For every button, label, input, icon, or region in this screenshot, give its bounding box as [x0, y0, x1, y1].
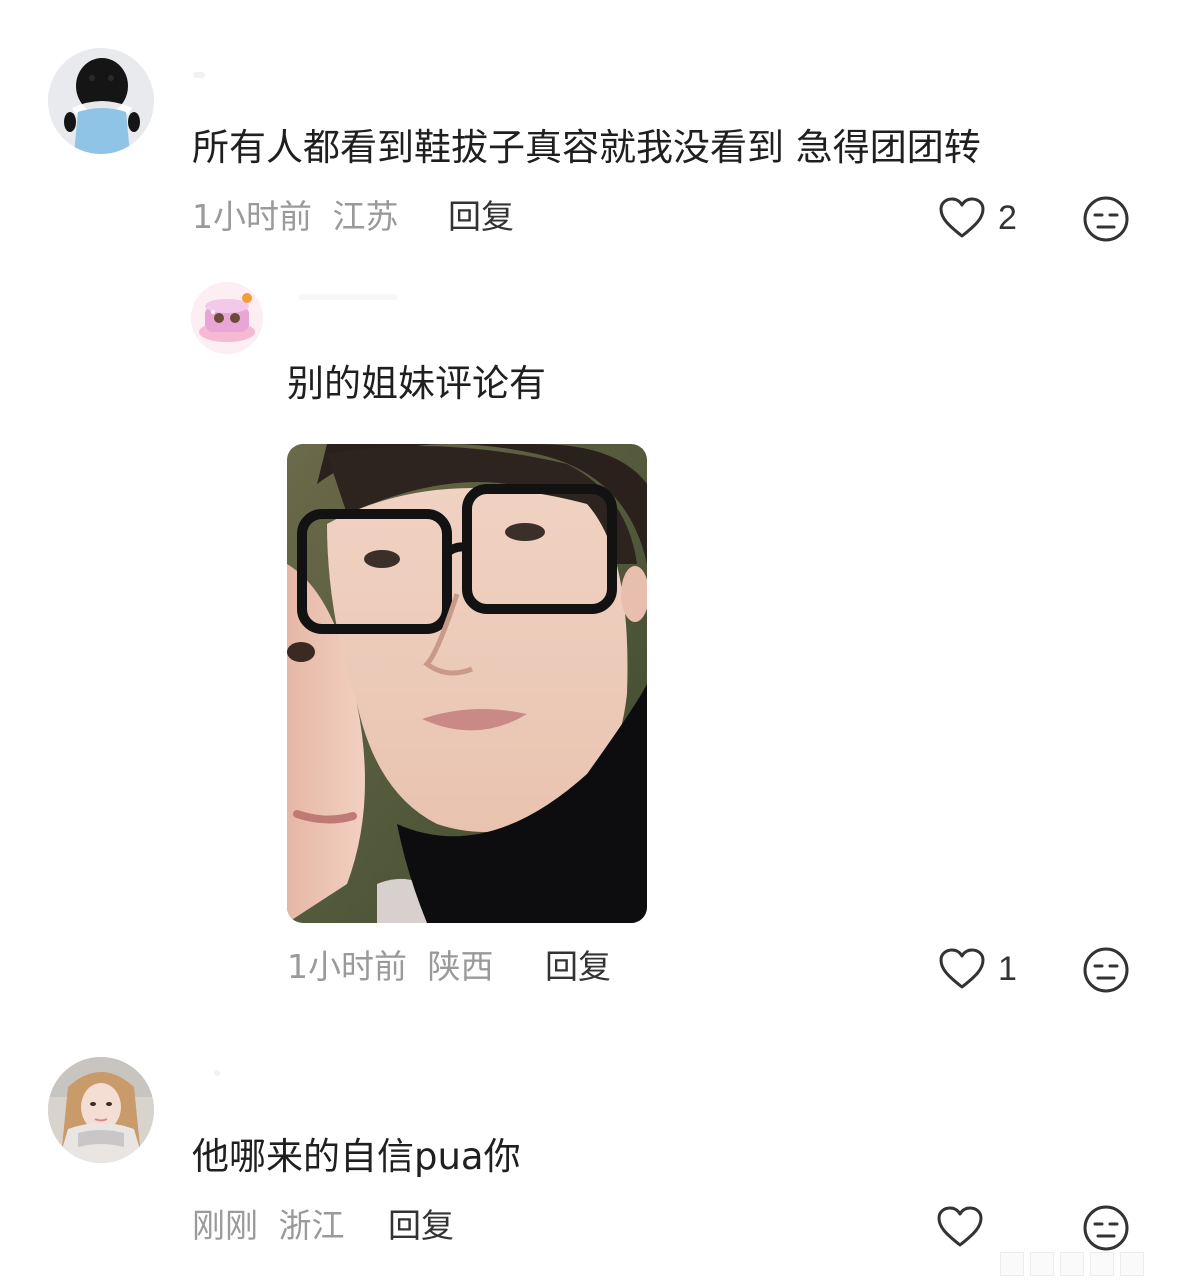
heart-icon — [939, 948, 985, 989]
like-count: 1 — [998, 949, 1017, 988]
user-avatar[interactable] — [48, 1057, 154, 1163]
watermark-block — [1030, 1252, 1054, 1276]
comment-meta: 1小时前 陕西 — [287, 947, 494, 987]
comment-text: 别的姐妹评论有 — [287, 362, 546, 405]
comment-time: 1小时前 — [192, 197, 312, 236]
reply-button[interactable]: 回复 — [545, 947, 611, 987]
comment-text: 他哪来的自信pua你 — [192, 1135, 521, 1178]
dislike-emoji-icon[interactable] — [1082, 195, 1130, 243]
comment-time: 1小时前 — [287, 947, 407, 986]
comment-time: 刚刚 — [192, 1206, 258, 1245]
dislike-emoji-icon[interactable] — [1082, 946, 1130, 994]
plush-doll-avatar-icon — [48, 48, 154, 154]
comment-image[interactable] — [287, 444, 647, 923]
username[interactable] — [214, 1070, 220, 1076]
cake-sticker-avatar-icon — [191, 282, 263, 354]
comment-meta: 1小时前 江苏 — [192, 197, 399, 237]
reply-button[interactable]: 回复 — [388, 1206, 454, 1246]
watermark-block — [1060, 1252, 1084, 1276]
user-avatar[interactable] — [191, 282, 263, 354]
comment-location: 陕西 — [427, 947, 494, 986]
like-count: 2 — [998, 198, 1017, 237]
user-avatar[interactable] — [48, 48, 154, 154]
username[interactable] — [193, 72, 205, 78]
watermark — [1000, 1249, 1170, 1279]
heart-icon — [939, 197, 985, 238]
username[interactable] — [298, 294, 398, 300]
heart-icon — [937, 1206, 983, 1247]
watermark-block — [1000, 1252, 1024, 1276]
dislike-emoji-icon[interactable] — [1082, 1204, 1130, 1252]
comment-text: 所有人都看到鞋拔子真容就我没看到 急得团团转 — [192, 126, 981, 169]
selfie-photo-image — [287, 444, 647, 923]
comment-meta: 刚刚 浙江 — [192, 1206, 345, 1246]
reply-button[interactable]: 回复 — [448, 197, 514, 237]
watermark-block — [1090, 1252, 1114, 1276]
watermark-block — [1120, 1252, 1144, 1276]
like-button[interactable]: 2 — [938, 195, 1017, 241]
girl-selfie-avatar-icon — [48, 1057, 154, 1163]
comment-location: 江苏 — [332, 197, 399, 236]
like-button[interactable]: 1 — [938, 946, 1017, 992]
comment-location: 浙江 — [278, 1206, 345, 1245]
like-button[interactable] — [936, 1204, 996, 1250]
